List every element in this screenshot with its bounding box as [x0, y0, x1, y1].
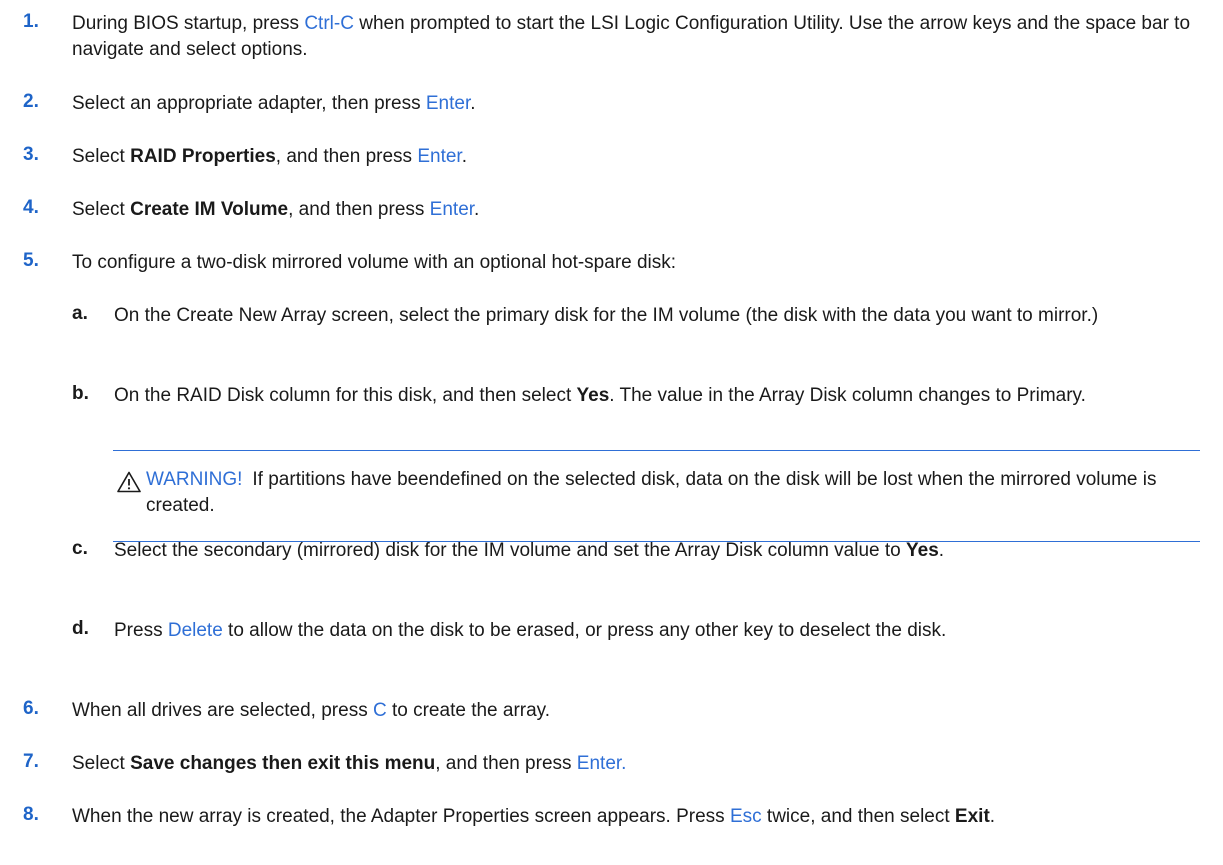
step-number: 8. [23, 804, 39, 825]
menu-option: Exit [954, 806, 990, 827]
step-text: Select RAID Properties, and then press E… [72, 146, 467, 167]
menu-option: Save changes then exit this menu [130, 753, 436, 774]
step-number: 5. [23, 250, 39, 271]
step-number: 3. [23, 144, 39, 165]
step-text: Select an appropriate adapter, then pres… [72, 93, 476, 114]
substep-letter: d. [72, 618, 89, 639]
step-text: Select Create IM Volume, and then press … [72, 199, 480, 220]
menu-option: RAID Properties [130, 146, 276, 167]
step-text: During BIOS startup, press Ctrl-C when p… [72, 13, 1191, 60]
step-number: 6. [23, 698, 39, 719]
key-enter: Enter [429, 199, 475, 220]
warning-label: WARNING! [146, 469, 243, 490]
warning-text: WARNING! If partitions have beendefined o… [146, 469, 1157, 516]
instruction-document: 1. During BIOS startup, press Ctrl-C whe… [0, 0, 1223, 865]
warning-triangle-icon [117, 471, 141, 493]
step-number: 4. [23, 197, 39, 218]
step-number: 7. [23, 751, 39, 772]
key-delete: Delete [167, 620, 223, 641]
step-text: Select Save changes then exit this menu,… [72, 753, 627, 774]
menu-option: Create IM Volume [130, 199, 289, 220]
step-text: When the new array is created, the Adapt… [72, 806, 996, 827]
substep-letter: c. [72, 538, 88, 559]
step-text: When all drives are selected, press C to… [72, 700, 551, 721]
warning-box: WARNING! If partitions have beendefined o… [113, 450, 1200, 542]
substep-text: On the RAID Disk column for this disk, a… [114, 385, 1086, 406]
key-c: C [372, 700, 387, 721]
key-enter: Enter [417, 146, 462, 167]
substep-text: On the Create New Array screen, select t… [114, 305, 1099, 326]
substep-letter: b. [72, 383, 89, 404]
substep-letter: a. [72, 303, 88, 324]
key-enter: Enter [425, 93, 471, 114]
step-number: 1. [23, 11, 39, 32]
option-value: Yes [576, 385, 610, 406]
key-enter: Enter. [576, 753, 627, 774]
substep-text: Press Delete to allow the data on the di… [114, 620, 947, 641]
step-text: To configure a two-disk mirrored volume … [72, 252, 677, 273]
key-esc: Esc [729, 806, 762, 827]
key-ctrl-c: Ctrl-C [304, 13, 354, 34]
step-number: 2. [23, 91, 39, 112]
option-value: Yes [906, 540, 939, 561]
substep-text: Select the secondary (mirrored) disk for… [114, 540, 945, 561]
